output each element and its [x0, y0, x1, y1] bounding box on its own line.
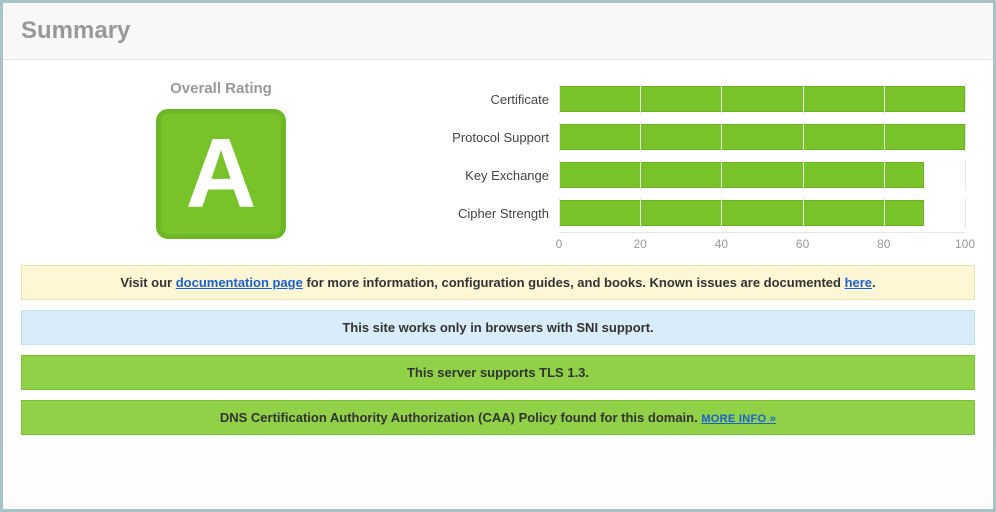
notice-tls: This server supports TLS 1.3. [21, 355, 975, 390]
chart-tick-label: 20 [634, 237, 647, 251]
notice-sni: This site works only in browsers with SN… [21, 310, 975, 345]
grade-badge: A [156, 109, 286, 239]
chart-tick-label: 60 [796, 237, 809, 251]
chart-tick-label: 0 [556, 237, 563, 251]
chart-tick-label: 80 [877, 237, 890, 251]
rating-row: Overall Rating A Certificate Protocol Sup… [21, 74, 975, 255]
notice-text: for more information, configuration guid… [303, 275, 845, 290]
chart-bar [559, 200, 924, 226]
chart-tick-label: 40 [715, 237, 728, 251]
panel-body: Overall Rating A Certificate Protocol Sup… [3, 60, 993, 443]
chart-axis: 020406080100 [559, 233, 965, 255]
notice-caa: DNS Certification Authority Authorizatio… [21, 400, 975, 435]
chart-bar-label: Protocol Support [421, 130, 559, 145]
notice-text: . [872, 275, 876, 290]
summary-panel: Summary Overall Rating A Certificate Prot… [0, 0, 996, 512]
chart-bar-label: Certificate [421, 92, 559, 107]
chart-track [559, 200, 965, 226]
chart-bar [559, 86, 965, 112]
rating-label: Overall Rating [21, 80, 421, 97]
chart-track [559, 86, 965, 112]
notice-text: This server supports TLS 1.3. [407, 365, 589, 380]
notice-text: DNS Certification Authority Authorizatio… [220, 410, 701, 425]
notice-text: Visit our [120, 275, 175, 290]
chart-row: Certificate [421, 80, 965, 118]
panel-title: Summary [21, 17, 975, 45]
rating-column: Overall Rating A [21, 74, 421, 239]
notice-documentation: Visit our documentation page for more in… [21, 265, 975, 300]
caa-more-info-link[interactable]: MORE INFO » [701, 413, 776, 425]
chart-bar-label: Key Exchange [421, 168, 559, 183]
chart-track [559, 124, 965, 150]
chart-row: Protocol Support [421, 118, 965, 156]
notice-text: This site works only in browsers with SN… [342, 320, 653, 335]
chart-column: Certificate Protocol Support Key Exchange C… [421, 74, 975, 255]
chart-bar-label: Cipher Strength [421, 206, 559, 221]
known-issues-link[interactable]: here [845, 275, 872, 290]
chart-tick-label: 100 [955, 237, 975, 251]
chart-row: Cipher Strength [421, 194, 965, 232]
chart-bar [559, 162, 924, 188]
chart-row: Key Exchange [421, 156, 965, 194]
documentation-link[interactable]: documentation page [176, 275, 303, 290]
chart-track [559, 162, 965, 188]
score-chart: Certificate Protocol Support Key Exchange C… [421, 80, 965, 255]
chart-bar [559, 124, 965, 150]
panel-header: Summary [3, 3, 993, 60]
